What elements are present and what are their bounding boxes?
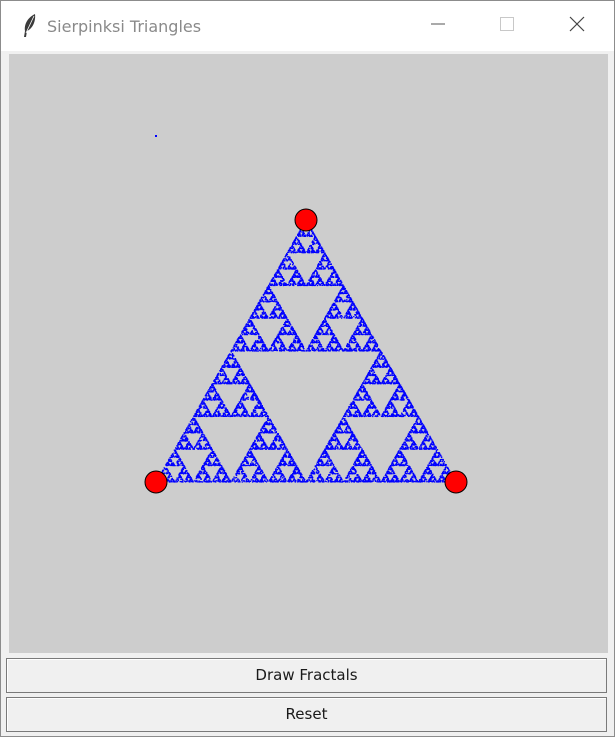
sierpinski-points <box>155 220 456 483</box>
close-button[interactable] <box>542 1 612 51</box>
maximize-icon <box>499 16 515 36</box>
fractal-svg <box>144 135 468 494</box>
vertex-right <box>444 470 468 494</box>
close-icon <box>569 16 585 36</box>
minimize-icon <box>430 16 446 36</box>
reset-button[interactable]: Reset <box>6 697 607 732</box>
vertex-top <box>294 208 318 232</box>
stray-point <box>155 135 157 137</box>
drawing-canvas[interactable] <box>9 54 608 653</box>
app-window: Sierpinksi Triangles Draw Fractals Reset <box>0 0 615 737</box>
maximize-button[interactable] <box>472 1 542 51</box>
vertex-left <box>144 470 168 494</box>
title-bar[interactable]: Sierpinksi Triangles <box>1 1 614 51</box>
feather-icon <box>21 13 39 39</box>
minimize-button[interactable] <box>403 1 473 51</box>
window-title: Sierpinksi Triangles <box>47 17 202 36</box>
draw-fractals-button[interactable]: Draw Fractals <box>6 658 607 693</box>
